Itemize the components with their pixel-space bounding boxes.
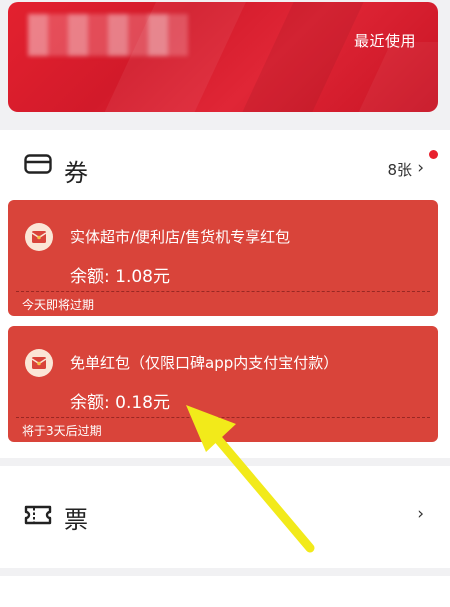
red-packet-title: 免单红包（仅限口碑app内支付宝付款）: [70, 354, 339, 372]
dashed-divider: [16, 417, 430, 418]
coupon-icon: [24, 154, 52, 178]
red-packet-card[interactable]: 免单红包（仅限口碑app内支付宝付款） 余额: 0.18元 将于3天后过期: [8, 326, 438, 442]
next-section-edge: [0, 576, 450, 607]
user-header-card: 最近使用: [8, 2, 438, 112]
recent-use-link[interactable]: 最近使用: [354, 30, 416, 51]
red-packet-icon: [24, 222, 54, 256]
red-packet-card[interactable]: 实体超市/便利店/售货机专享红包 余额: 1.08元 今天即将过期: [8, 200, 438, 316]
coupon-section-header[interactable]: 券 8张 ›: [0, 146, 450, 190]
coupon-section: 券 8张 › 实体超市/便利店/售货机专享红包 余额: 1.08元 今天即将过期: [0, 130, 450, 458]
dashed-divider: [16, 291, 430, 292]
notification-badge: [429, 150, 438, 159]
red-packet-icon: [24, 348, 54, 382]
red-packet-expiry: 今天即将过期: [22, 298, 95, 312]
ticket-icon: [24, 504, 52, 530]
ticket-section[interactable]: 票 ›: [0, 466, 450, 568]
blurred-user-name: [28, 14, 188, 56]
header-decor-facet: [344, 42, 438, 112]
coupon-section-title: 券: [64, 159, 88, 187]
red-packet-balance: 余额: 1.08元: [70, 267, 170, 287]
chevron-right-icon: ›: [417, 504, 424, 524]
header-decor-facet: [228, 2, 378, 112]
chevron-right-icon: ›: [417, 158, 424, 178]
red-packet-balance: 余额: 0.18元: [70, 393, 170, 413]
ticket-section-title: 票: [64, 506, 88, 534]
red-packet-title: 实体超市/便利店/售货机专享红包: [70, 228, 291, 246]
red-packet-expiry: 将于3天后过期: [22, 424, 102, 438]
coupon-count: 8张: [387, 161, 412, 179]
